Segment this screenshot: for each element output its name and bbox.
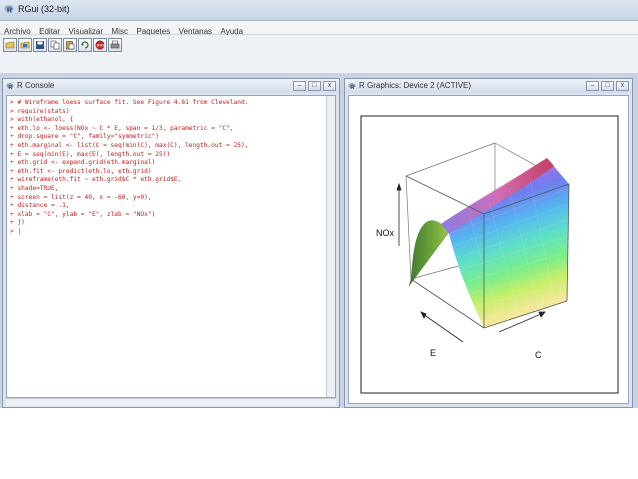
console-text: > # Wireframe loess surface fit. See Fig… xyxy=(10,99,248,237)
console-line: + eth.marginal <- list(C = seq(min(C), m… xyxy=(10,141,249,149)
console-maximize-button[interactable]: □ xyxy=(308,81,321,91)
r-logo-icon: R xyxy=(4,5,14,15)
svg-text:R: R xyxy=(8,85,12,90)
graphics-minimize-button[interactable]: – xyxy=(586,81,599,91)
mdi-workspace: R R Console – □ x > # Wireframe loess su… xyxy=(0,73,638,408)
y-axis-label: E xyxy=(430,348,436,358)
console-line: + eth.grid <- expand.grid(eth.marginal) xyxy=(10,159,156,167)
console-line: + shade=TRUE, xyxy=(10,184,59,192)
console-line: + xlab = "C", ylab = "E", zlab = "NOx") xyxy=(10,210,156,218)
surface-main xyxy=(440,157,570,329)
print-button[interactable] xyxy=(108,38,122,52)
console-window: R R Console – □ x > # Wireframe loess su… xyxy=(2,78,340,408)
console-prompt: > | xyxy=(10,227,22,235)
console-line: > # Wireframe loess surface fit. See Fig… xyxy=(10,99,249,106)
console-output[interactable]: > # Wireframe loess surface fit. See Fig… xyxy=(6,95,336,398)
surface-left-shoulder xyxy=(408,220,450,287)
graphics-close-button[interactable]: x xyxy=(616,81,629,91)
console-line: + screen = list(z = 40, x = -60, y=0), xyxy=(10,193,152,201)
copy-button[interactable] xyxy=(48,38,62,52)
console-line: > require(stats) xyxy=(10,107,70,115)
menu-bar: Archivo Editar Visualizar Misc Paquetes … xyxy=(0,21,638,36)
save-button[interactable] xyxy=(33,38,47,52)
paste-button[interactable] xyxy=(63,38,77,52)
rgui-window: R RGui (32-bit) Archivo Editar Visualiza… xyxy=(0,0,638,408)
window-title: RGui (32-bit) xyxy=(18,4,70,14)
print-icon xyxy=(110,40,120,49)
console-title: R Console xyxy=(17,81,55,90)
graphics-title-bar[interactable]: R R Graphics: Device 2 (ACTIVE) – □ x xyxy=(345,79,632,93)
copy-icon xyxy=(50,40,60,50)
console-line: + distance = .1, xyxy=(10,202,70,210)
console-line: + eth.fit <- predict(eth.lo, eth.grid) xyxy=(10,167,152,175)
toolbar: STOP xyxy=(0,35,638,74)
console-line: > with(ethanol, { xyxy=(10,116,74,124)
r-logo-icon: R xyxy=(348,82,356,90)
z-axis-label: NOx xyxy=(376,228,395,238)
graphics-maximize-button[interactable]: □ xyxy=(601,81,614,91)
console-title-bar[interactable]: R R Console – □ x xyxy=(3,79,339,93)
console-vertical-scrollbar[interactable] xyxy=(326,96,335,397)
save-icon xyxy=(36,41,44,49)
load-workspace-button[interactable] xyxy=(18,38,32,52)
console-line: + drop.square = "C", family="symmetric") xyxy=(10,133,160,141)
graphics-window: R R Graphics: Device 2 (ACTIVE) – □ x NO… xyxy=(344,78,633,408)
console-close-button[interactable]: x xyxy=(323,81,336,91)
svg-text:R: R xyxy=(7,8,12,15)
console-line: + eth.lo <- loess(NOx ~ C * E, span = 1/… xyxy=(10,124,234,132)
graphics-title: R Graphics: Device 2 (ACTIVE) xyxy=(359,81,472,90)
console-line: + E = seq(min(E), max(E), length.out = 2… xyxy=(10,150,171,158)
copy-paste-button[interactable] xyxy=(78,38,92,52)
stop-button[interactable]: STOP xyxy=(93,38,107,52)
svg-text:R: R xyxy=(350,85,354,90)
console-minimize-button[interactable]: – xyxy=(293,81,306,91)
paste-icon xyxy=(66,41,75,50)
svg-text:STOP: STOP xyxy=(97,44,105,48)
open-script-button[interactable] xyxy=(3,38,17,52)
wireframe-plot: NOx E C xyxy=(360,115,619,394)
text-cursor: | xyxy=(17,227,22,235)
x-axis-label: C xyxy=(535,350,542,360)
stop-icon: STOP xyxy=(95,40,105,50)
title-bar: R RGui (32-bit) xyxy=(0,0,638,21)
open-script-icon xyxy=(5,41,15,49)
r-logo-icon: R xyxy=(6,82,14,90)
console-line: + wireframe(eth.fit ~ eth.grid$C * eth.g… xyxy=(10,176,182,184)
graphics-canvas: NOx E C xyxy=(348,95,629,404)
console-horizontal-scrollbar[interactable] xyxy=(6,398,336,406)
console-line: + }) xyxy=(10,219,25,227)
copy-paste-icon xyxy=(81,41,89,49)
load-workspace-icon xyxy=(20,41,30,49)
